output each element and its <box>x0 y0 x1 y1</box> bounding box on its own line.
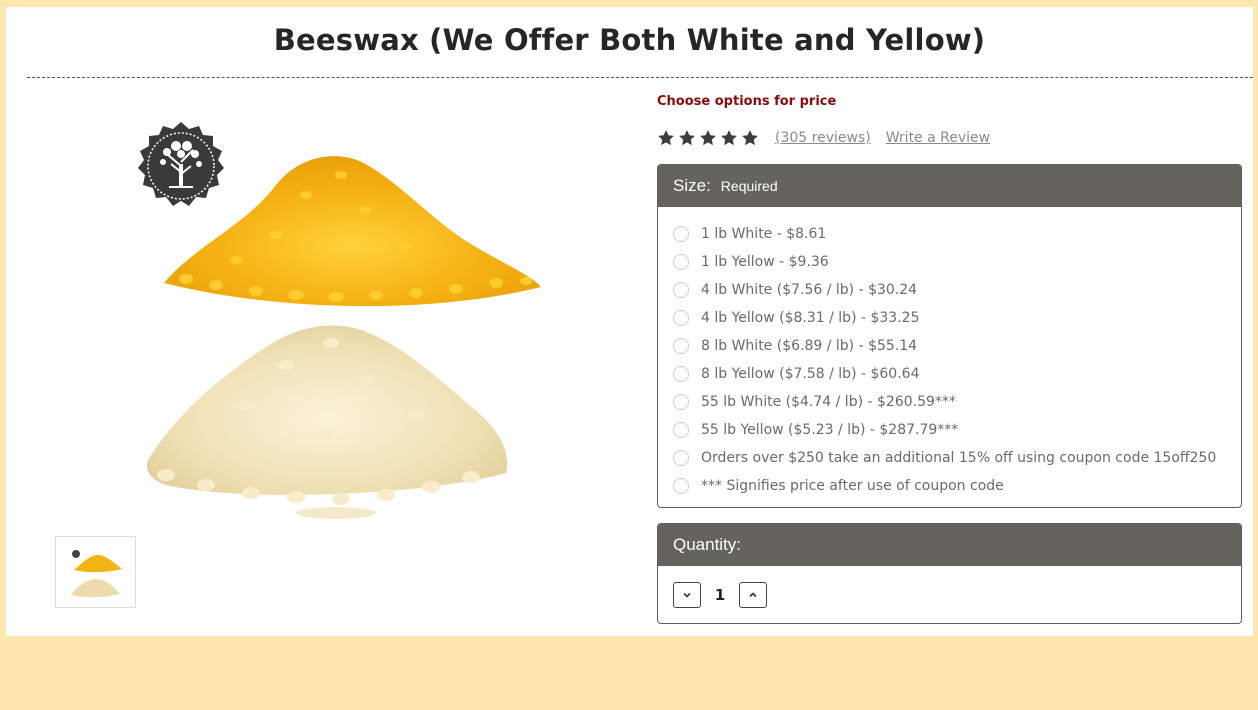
size-option[interactable]: *** Signifies price after use of coupon … <box>658 472 1241 500</box>
size-option[interactable]: 55 lb White ($4.74 / lb) - $260.59*** <box>658 388 1241 416</box>
quantity-label: Quantity: <box>673 535 742 554</box>
chevron-up-icon <box>749 591 757 597</box>
star-icon <box>721 130 737 146</box>
reviews-link[interactable]: (305 reviews) <box>775 130 871 146</box>
size-option-label: 1 lb Yellow - $9.36 <box>701 254 829 270</box>
radio-button[interactable] <box>673 254 689 270</box>
size-option[interactable]: 4 lb Yellow ($8.31 / lb) - $33.25 <box>658 304 1241 332</box>
size-option[interactable]: 8 lb White ($6.89 / lb) - $55.14 <box>658 332 1241 360</box>
tree-seal-icon <box>138 122 224 206</box>
size-option-label: 55 lb Yellow ($5.23 / lb) - $287.79*** <box>701 422 959 438</box>
size-option-label: 1 lb White - $8.61 <box>701 226 827 242</box>
quantity-panel: Quantity: 1 <box>657 523 1242 624</box>
size-option-label: *** Signifies price after use of coupon … <box>701 478 1004 494</box>
rating-row: (305 reviews) Write a Review <box>657 126 990 150</box>
required-label: Required <box>720 178 778 194</box>
star-icon <box>700 130 716 146</box>
radio-button[interactable] <box>673 226 689 242</box>
radio-button[interactable] <box>673 394 689 410</box>
thumbnail-image <box>71 550 122 598</box>
size-options-panel: Size: Required 1 lb White - $8.61 1 lb Y… <box>657 164 1242 508</box>
star-rating <box>657 129 759 147</box>
size-option-list: 1 lb White - $8.61 1 lb Yellow - $9.36 4… <box>658 207 1241 500</box>
star-icon <box>679 130 695 146</box>
size-label: Size: <box>673 176 711 195</box>
size-option[interactable]: 1 lb Yellow - $9.36 <box>658 248 1241 276</box>
star-icon <box>742 130 758 146</box>
size-option-label: 4 lb Yellow ($8.31 / lb) - $33.25 <box>701 310 920 326</box>
size-option[interactable]: 8 lb Yellow ($7.58 / lb) - $60.64 <box>658 360 1241 388</box>
size-option[interactable]: 55 lb Yellow ($5.23 / lb) - $287.79*** <box>658 416 1241 444</box>
size-option-label: 4 lb White ($7.56 / lb) - $30.24 <box>701 282 918 298</box>
decrement-button[interactable] <box>673 581 701 608</box>
product-thumbnail[interactable] <box>55 536 136 608</box>
radio-button[interactable] <box>673 422 689 438</box>
size-option[interactable]: 1 lb White - $8.61 <box>658 220 1241 248</box>
radio-button[interactable] <box>673 282 689 298</box>
increment-button[interactable] <box>739 581 767 608</box>
quantity-panel-header: Quantity: <box>658 524 1241 566</box>
chevron-down-icon <box>683 592 691 598</box>
product-page: Beeswax (We Offer Both White and Yellow) <box>6 7 1253 636</box>
size-option-label: Orders over $250 take an additional 15% … <box>701 450 1217 466</box>
write-review-link[interactable]: Write a Review <box>886 130 990 146</box>
quantity-stepper: 1 <box>658 566 1241 623</box>
radio-button[interactable] <box>673 450 689 466</box>
size-option-label: 55 lb White ($4.74 / lb) - $260.59*** <box>701 394 956 410</box>
quantity-value[interactable]: 1 <box>701 586 739 604</box>
size-option-label: 8 lb Yellow ($7.58 / lb) - $60.64 <box>701 366 920 382</box>
radio-button[interactable] <box>673 310 689 326</box>
size-option[interactable]: 4 lb White ($7.56 / lb) - $30.24 <box>658 276 1241 304</box>
size-panel-header: Size: Required <box>658 165 1241 207</box>
radio-button[interactable] <box>673 478 689 494</box>
size-option-label: 8 lb White ($6.89 / lb) - $55.14 <box>701 338 918 354</box>
title-divider <box>27 77 1253 78</box>
radio-button[interactable] <box>673 366 689 382</box>
star-icon <box>658 130 674 146</box>
radio-button[interactable] <box>673 338 689 354</box>
page-title: Beeswax (We Offer Both White and Yellow) <box>273 23 986 57</box>
price-prompt: Choose options for price <box>657 94 837 109</box>
size-option[interactable]: Orders over $250 take an additional 15% … <box>658 444 1241 472</box>
